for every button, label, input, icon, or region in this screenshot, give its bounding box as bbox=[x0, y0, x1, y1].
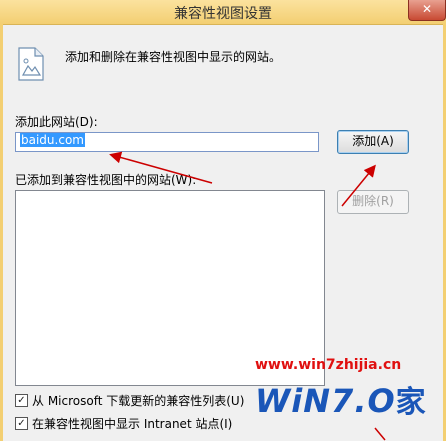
add-site-input[interactable]: baidu.com bbox=[15, 132, 319, 152]
webpage-icon bbox=[18, 47, 44, 81]
window-title: 兼容性视图设置 bbox=[174, 6, 272, 22]
description-text: 添加和删除在兼容性视图中显示的网站。 bbox=[65, 50, 282, 64]
option-download-updates[interactable]: ✓ 从 Microsoft 下载更新的兼容性列表(U) bbox=[15, 392, 244, 409]
close-icon: ✕ bbox=[421, 2, 433, 16]
watermark-url: www.win7zhijia.cn bbox=[255, 357, 402, 373]
title-bar[interactable]: 兼容性视图设置 ✕ bbox=[0, 0, 446, 25]
option-show-intranet-label: 在兼容性视图中显示 Intranet 站点(I) bbox=[32, 417, 233, 431]
add-site-label: 添加此网站(D): bbox=[15, 115, 98, 129]
checkbox-download-updates[interactable]: ✓ bbox=[15, 394, 28, 407]
option-download-updates-label: 从 Microsoft 下载更新的兼容性列表(U) bbox=[32, 394, 245, 408]
remove-button[interactable]: 删除(R) bbox=[337, 190, 409, 214]
watermark-logo: WiN7.O家 bbox=[255, 377, 427, 421]
checkbox-show-intranet[interactable]: ✓ bbox=[15, 417, 28, 430]
site-list-label: 已添加到兼容性视图中的网站(W): bbox=[15, 173, 197, 187]
watermark-logo-text: WiN7.O bbox=[255, 382, 396, 420]
dialog-content: 添加和删除在兼容性视图中显示的网站。 添加此网站(D): baidu.com 添… bbox=[3, 25, 443, 441]
watermark-logo-suffix: 家 bbox=[395, 385, 427, 420]
add-site-input-value: baidu.com bbox=[20, 133, 85, 147]
add-button[interactable]: 添加(A) bbox=[337, 130, 409, 154]
option-show-intranet[interactable]: ✓ 在兼容性视图中显示 Intranet 站点(I) bbox=[15, 415, 232, 432]
close-button[interactable]: ✕ bbox=[408, 0, 446, 21]
